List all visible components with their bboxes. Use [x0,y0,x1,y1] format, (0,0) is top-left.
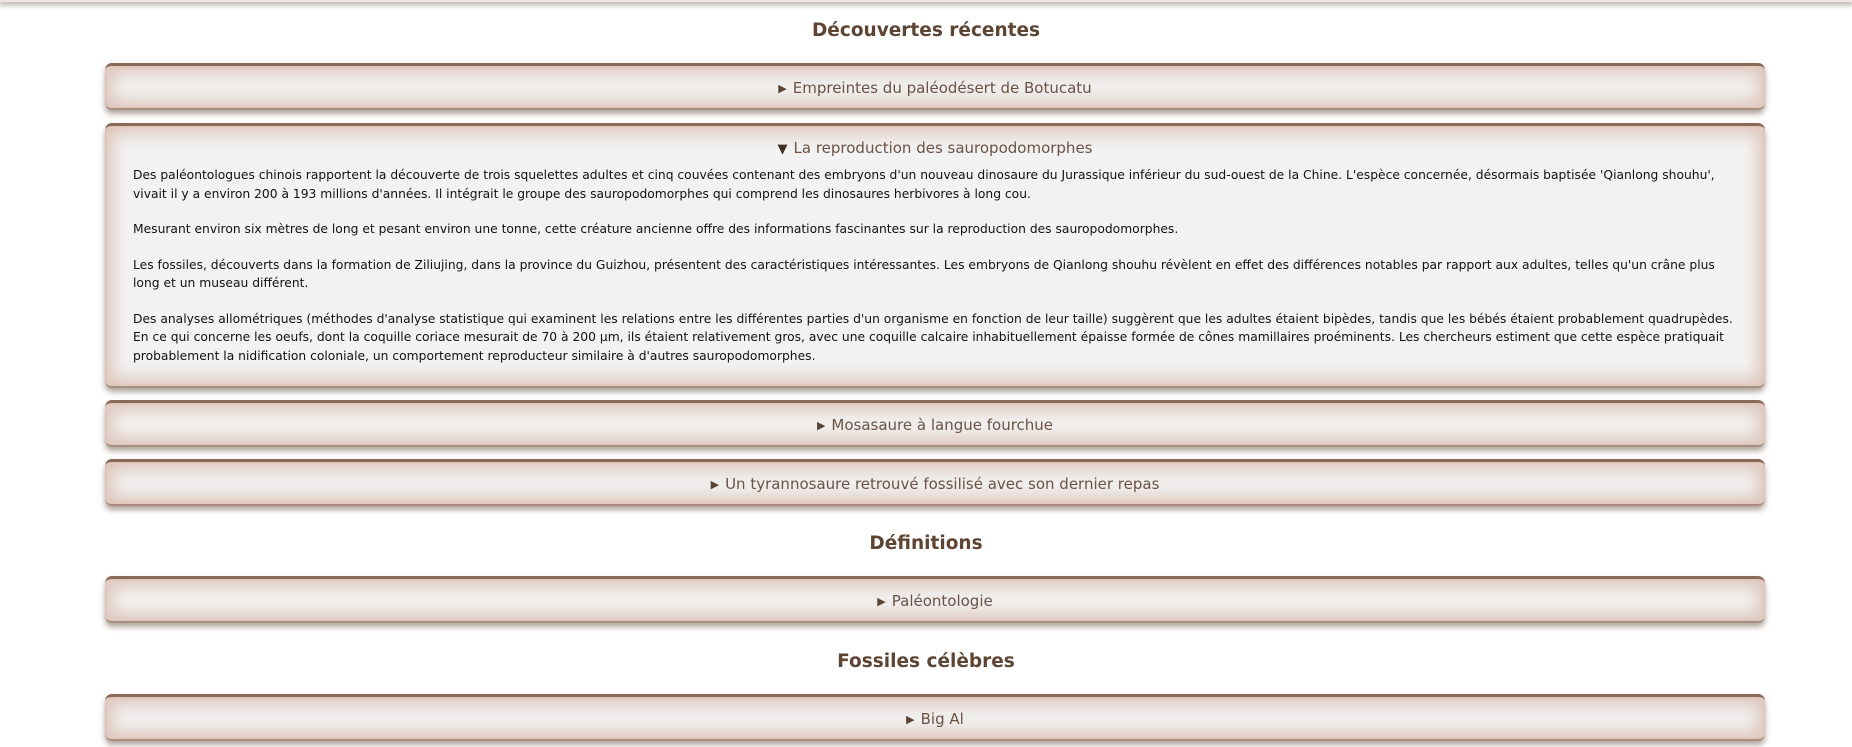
accordion-item-paleontologie[interactable]: ▶ Paléontologie [105,576,1765,623]
accordion-label: Paléontologie [891,592,993,610]
content-paragraph: Des paléontologues chinois rapportent la… [133,168,1715,201]
content-paragraph: Des analyses allométriques (méthodes d'a… [133,311,1733,326]
accordion-label: Mosasaure à langue fourchue [831,416,1054,434]
section-title-fossiles: Fossiles célèbres [837,651,1015,672]
accordion-summary[interactable]: ▶ Big Al [105,697,1765,729]
accordion-item-big-al[interactable]: ▶ Big Al [105,694,1765,741]
accordion-item-tyrannosaure[interactable]: ▶ Un tyrannosaure retrouvé fossilisé avec… [105,459,1765,506]
top-bar-shadow [0,0,1852,2]
accordion-label: Big Al [920,710,964,728]
accordion-summary[interactable]: ▶ Paléontologie [105,579,1765,611]
content-paragraph: En ce qui concerne les oeufs, dont la co… [133,330,1724,363]
collapsed-arrow-icon: ▶ [816,419,826,432]
content-paragraph: Les fossiles, découverts dans la formati… [133,257,1715,291]
accordion-label: Empreintes du paléodésert de Botucatu [792,79,1092,97]
collapsed-arrow-icon: ▶ [710,478,720,491]
accordion-item-mosasaure[interactable]: ▶ Mosasaure à langue fourchue [105,400,1765,447]
accordion-item-sauropodomorphes[interactable]: ▼ La reproduction des sauropodomorphes De… [105,123,1765,388]
accordion-summary[interactable]: ▶ Un tyrannosaure retrouvé fossilisé avec… [105,462,1765,494]
accordion-summary[interactable]: ▶ Mosasaure à langue fourchue [105,403,1765,435]
expanded-arrow-icon: ▼ [777,142,788,157]
accordion-content: Des paléontologues chinois rapportent la… [105,159,1765,365]
collapsed-arrow-icon: ▶ [877,595,886,608]
collapsed-arrow-icon: ▶ [778,82,787,95]
content-paragraph: Mesurant environ six mètres de long et p… [133,222,1179,236]
accordion-label: Un tyrannosaure retrouvé fossilisé avec … [725,475,1160,493]
section-title-definitions: Définitions [869,533,983,554]
section-title-decouvertes: Découvertes récentes [811,20,1041,41]
collapsed-arrow-icon: ▶ [906,713,915,726]
accordion-summary[interactable]: ▶ Empreintes du paléodésert de Botucatu [105,66,1765,98]
accordion-label: La reproduction des sauropodomorphes [793,139,1093,157]
accordion-item-botucatu[interactable]: ▶ Empreintes du paléodésert de Botucatu [105,63,1765,110]
accordion-summary[interactable]: ▼ La reproduction des sauropodomorphes [105,126,1765,159]
